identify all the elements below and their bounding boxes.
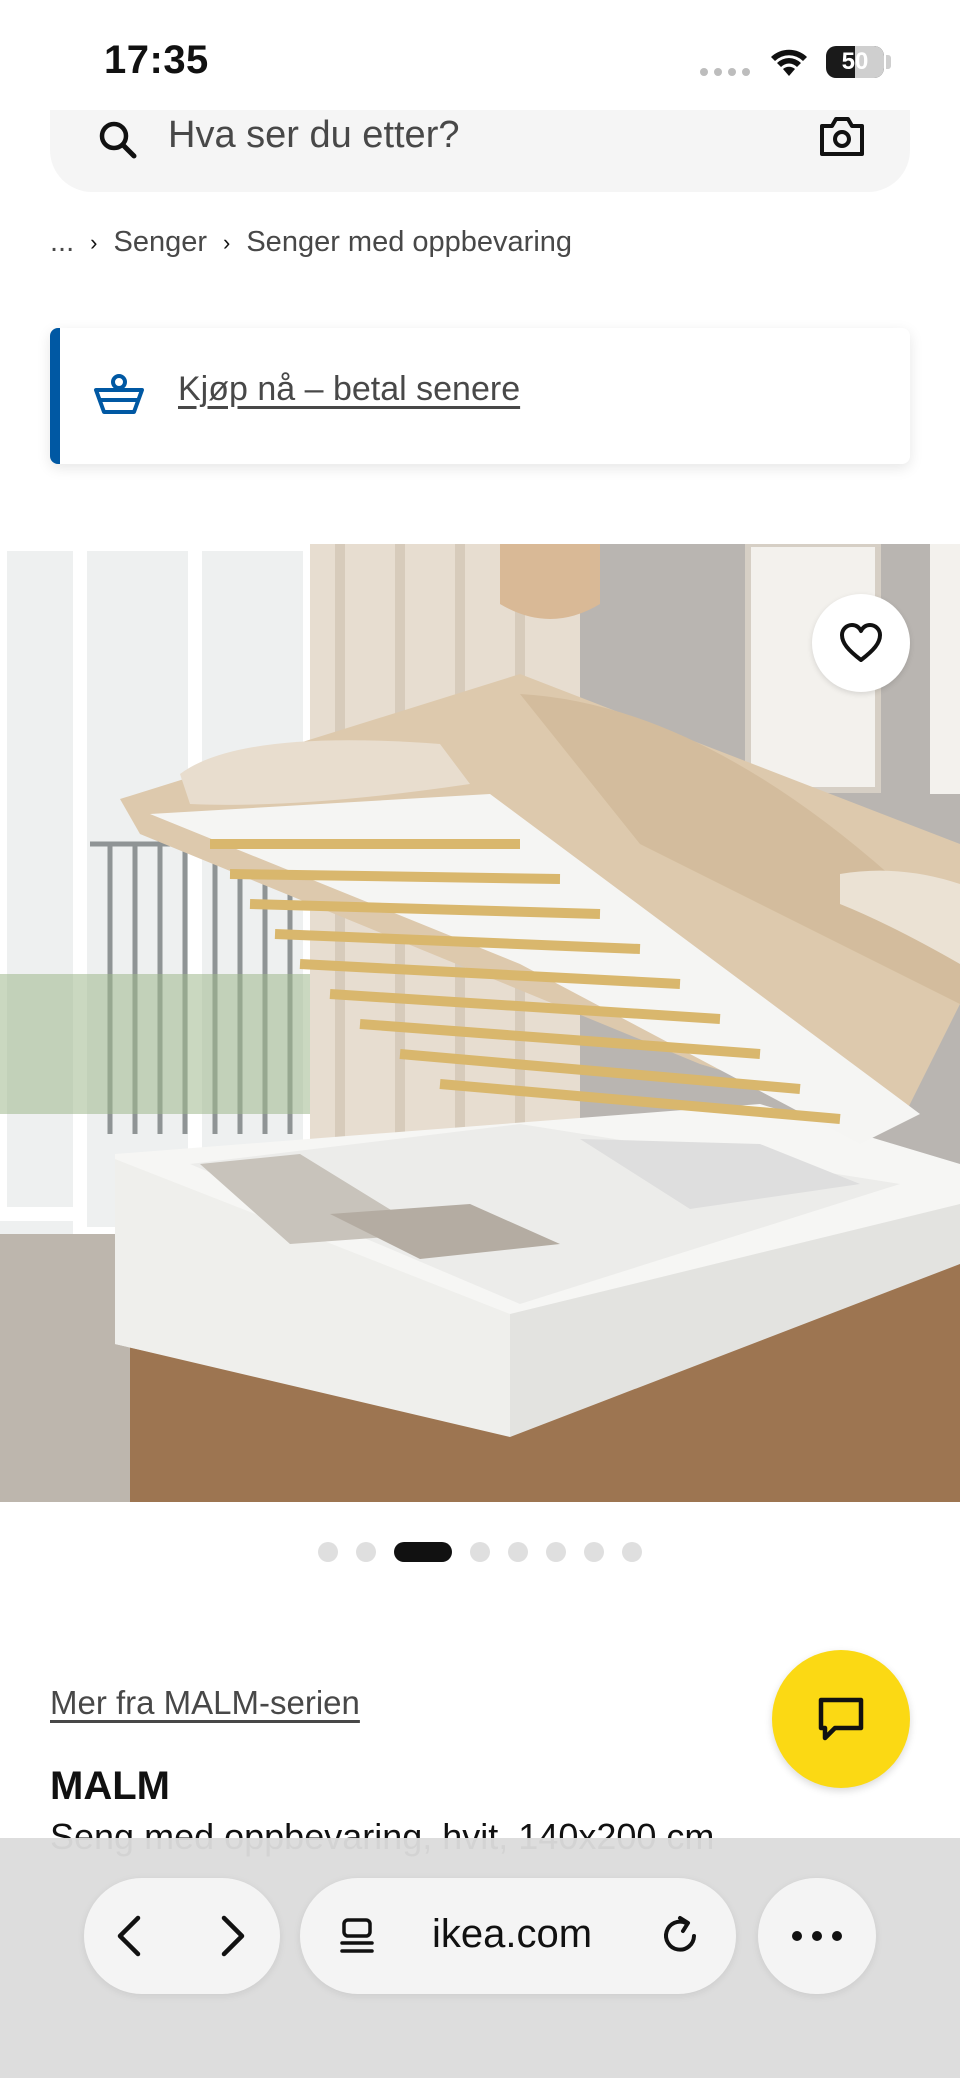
payment-banner[interactable]: Kjøp nå – betal senere bbox=[50, 328, 910, 464]
search-bar[interactable]: Hva ser du etter? bbox=[50, 110, 910, 192]
chevron-right-icon: › bbox=[90, 229, 98, 255]
carousel-dot[interactable] bbox=[318, 1542, 338, 1562]
address-bar[interactable]: ikea.com bbox=[300, 1878, 736, 1994]
carousel-dot[interactable] bbox=[508, 1542, 528, 1562]
heart-icon bbox=[840, 623, 882, 662]
carousel-dot[interactable] bbox=[394, 1542, 452, 1562]
battery-tip bbox=[886, 55, 891, 69]
carousel-dot[interactable] bbox=[622, 1542, 642, 1562]
status-bar: 17:35 50 bbox=[0, 0, 960, 120]
carousel-dot[interactable] bbox=[584, 1542, 604, 1562]
breadcrumb-item-senger-med-oppbevaring[interactable]: Senger med oppbevaring bbox=[246, 226, 572, 259]
carousel-dot[interactable] bbox=[546, 1542, 566, 1562]
chevron-right-icon: › bbox=[223, 229, 231, 255]
carousel-dot[interactable] bbox=[470, 1542, 490, 1562]
navigation-buttons bbox=[84, 1878, 280, 1994]
camera-icon[interactable] bbox=[816, 114, 868, 160]
banner-accent bbox=[50, 328, 60, 464]
chat-icon bbox=[818, 1697, 864, 1741]
battery-icon: 50 bbox=[826, 46, 884, 78]
browser-toolbar: ikea.com bbox=[0, 1838, 960, 2078]
cellular-signal-icon bbox=[700, 68, 750, 76]
more-dots-icon bbox=[792, 1931, 842, 1941]
page-menu-icon[interactable] bbox=[336, 1916, 378, 1958]
product-image[interactable] bbox=[0, 544, 960, 1502]
search-icon bbox=[99, 121, 137, 159]
bed-photo bbox=[0, 544, 960, 1502]
search-input[interactable]: Hva ser du etter? bbox=[168, 114, 459, 157]
forward-arrow-icon[interactable] bbox=[214, 1912, 250, 1960]
chat-button[interactable] bbox=[772, 1650, 910, 1788]
carousel-indicator bbox=[0, 1542, 960, 1562]
clock: 17:35 bbox=[104, 38, 209, 82]
breadcrumb-item-senger[interactable]: Senger bbox=[114, 226, 208, 259]
breadcrumb: ... › Senger › Senger med oppbevaring bbox=[50, 226, 572, 259]
url-text[interactable]: ikea.com bbox=[432, 1912, 592, 1957]
reload-icon[interactable] bbox=[658, 1914, 702, 1958]
shopping-basket-icon bbox=[94, 374, 144, 414]
carousel-dot[interactable] bbox=[356, 1542, 376, 1562]
product-name: MALM bbox=[50, 1764, 170, 1808]
pay-later-link[interactable]: Kjøp nå – betal senere bbox=[178, 370, 520, 409]
breadcrumb-ellipsis[interactable]: ... bbox=[50, 226, 74, 259]
wifi-icon bbox=[771, 49, 807, 76]
favorite-button[interactable] bbox=[812, 594, 910, 692]
more-button[interactable] bbox=[758, 1878, 876, 1994]
back-arrow-icon[interactable] bbox=[112, 1912, 148, 1960]
series-link[interactable]: Mer fra MALM-serien bbox=[50, 1684, 360, 1722]
battery-percentage: 50 bbox=[841, 48, 869, 75]
